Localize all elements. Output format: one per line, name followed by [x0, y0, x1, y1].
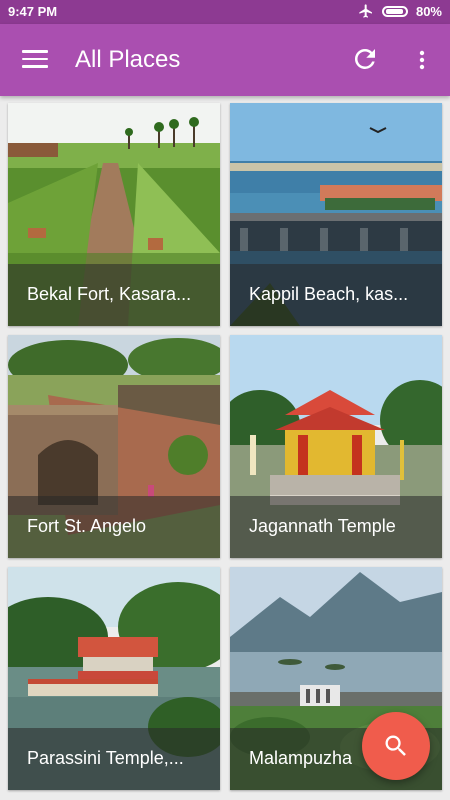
places-grid: Bekal Fort, Kasara... Kappil Beach, kas.… — [0, 96, 450, 800]
place-card[interactable]: Parassini Temple,... — [8, 567, 220, 790]
menu-icon[interactable] — [22, 50, 48, 70]
place-name: Kappil Beach, kas... — [230, 264, 442, 326]
refresh-icon[interactable] — [350, 44, 380, 74]
place-name: Fort St. Angelo — [8, 496, 220, 558]
search-icon — [385, 735, 406, 756]
place-card[interactable]: Bekal Fort, Kasara... — [8, 103, 220, 326]
place-name: Bekal Fort, Kasara... — [8, 264, 220, 326]
status-time: 9:47 PM — [8, 4, 58, 19]
place-name: Parassini Temple,... — [8, 728, 220, 790]
place-name: Jagannath Temple — [230, 496, 442, 558]
app-bar: All Places — [0, 24, 450, 96]
airplane-icon — [359, 4, 372, 18]
place-card[interactable]: Jagannath Temple — [230, 335, 442, 558]
place-card[interactable]: Kappil Beach, kas... — [230, 103, 442, 326]
battery-icon — [381, 5, 408, 17]
status-icons: 80% — [358, 3, 442, 19]
more-vert-icon[interactable] — [410, 46, 434, 74]
status-bar: 9:47 PM 80% — [0, 0, 450, 24]
page-title: All Places — [75, 46, 181, 73]
battery-percent: 80% — [415, 3, 442, 19]
search-fab-button[interactable] — [362, 712, 430, 780]
place-card[interactable]: Fort St. Angelo — [8, 335, 220, 558]
